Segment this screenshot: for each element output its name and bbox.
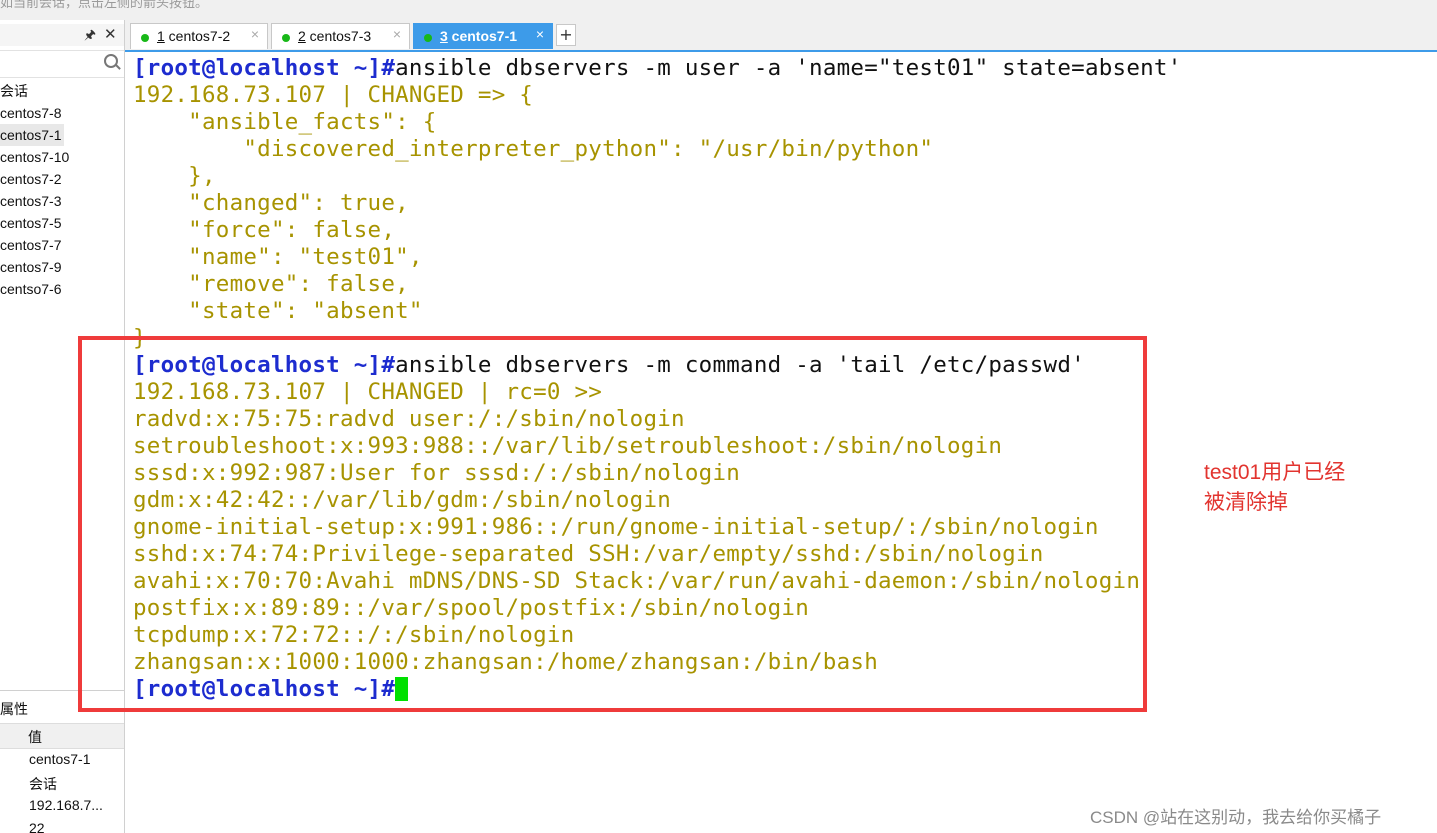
top-hint-bar: 如当前会话，点击左侧的箭头按钮。 xyxy=(0,0,1437,20)
tab-close-icon[interactable]: × xyxy=(251,26,259,42)
tab-number: 3 xyxy=(440,28,448,44)
session-item[interactable]: centos7-7 xyxy=(0,234,69,256)
session-item[interactable]: centos7-5 xyxy=(0,212,69,234)
property-value: 192.168.7... xyxy=(29,797,103,813)
properties-column-header: 值 xyxy=(0,723,124,749)
property-value: 会话 xyxy=(29,776,57,792)
top-hint: 如当前会话，点击左侧的箭头按钮。 xyxy=(0,0,209,11)
annotation-line-2: 被清除掉 xyxy=(1204,491,1288,514)
session-item[interactable]: 会话 xyxy=(0,80,69,102)
session-item[interactable]: centos7-9 xyxy=(0,256,69,278)
property-value: 22 xyxy=(29,820,45,833)
session-item[interactable]: centso7-6 xyxy=(0,278,69,300)
session-item[interactable]: centos7-2 xyxy=(0,168,69,190)
status-dot-icon xyxy=(282,34,290,42)
sessions-panel-header: 🖈 ✕ xyxy=(0,24,124,46)
tab-close-icon[interactable]: × xyxy=(393,26,401,42)
tab-centos7-3[interactable]: 2 centos7-3 × xyxy=(271,23,410,49)
session-item-selected[interactable]: centos7-1 xyxy=(0,124,64,146)
tab-centos7-1-active[interactable]: 3 centos7-1 × xyxy=(413,23,553,49)
session-item[interactable]: centos7-8 xyxy=(0,102,69,124)
status-dot-icon xyxy=(424,34,432,42)
add-tab-button[interactable]: + xyxy=(556,24,576,46)
shell-prompt: [root@localhost ~]# xyxy=(133,55,396,81)
value-header: 值 xyxy=(28,730,42,746)
output-line: "discovered_interpreter_python": "/usr/b… xyxy=(133,136,934,162)
tab-close-icon[interactable]: × xyxy=(536,26,544,42)
search-icon[interactable] xyxy=(104,54,118,68)
tab-label: centos7-1 xyxy=(447,28,518,44)
properties-title: 属性 xyxy=(0,702,28,718)
output-line: "state": "absent" xyxy=(133,298,423,324)
watermark: CSDN @站在这别动，我去给你买橘子 xyxy=(1090,808,1382,827)
session-item[interactable]: centos7-3 xyxy=(0,190,69,212)
pin-icon[interactable]: 🖈 xyxy=(84,26,96,48)
tab-label: centos7-2 xyxy=(164,28,231,44)
output-line: "changed": true, xyxy=(133,190,409,216)
output-line: "ansible_facts": { xyxy=(133,109,437,135)
status-dot-icon xyxy=(141,34,149,42)
output-line: "remove": false, xyxy=(133,271,409,297)
close-icon[interactable]: ✕ xyxy=(104,25,117,43)
tab-number: 1 xyxy=(157,28,165,44)
property-value: centos7-1 xyxy=(29,751,91,767)
terminal-line: [root@localhost ~]#ansible dbservers -m … xyxy=(133,55,1182,82)
session-search[interactable] xyxy=(0,50,124,78)
command-text: ansible dbservers -m user -a 'name="test… xyxy=(395,55,1182,81)
tab-number: 2 xyxy=(298,28,306,44)
output-line: 192.168.73.107 | CHANGED => { xyxy=(133,82,534,108)
annotation-line-1: test01用户已经 xyxy=(1204,461,1346,484)
session-item[interactable]: centos7-10 xyxy=(0,146,69,168)
tab-label: centos7-3 xyxy=(305,28,372,44)
tab-centos7-2[interactable]: 1 centos7-2 × xyxy=(130,23,268,49)
tab-bar: 1 centos7-2 × 2 centos7-3 × 3 centos7-1 … xyxy=(125,20,1437,52)
output-line: }, xyxy=(133,163,216,189)
output-line: "name": "test01", xyxy=(133,244,423,270)
highlight-box xyxy=(78,336,1147,712)
session-tree: 会话 centos7-8 centos7-1 centos7-10 centos… xyxy=(0,80,69,300)
output-line: "force": false, xyxy=(133,217,396,243)
